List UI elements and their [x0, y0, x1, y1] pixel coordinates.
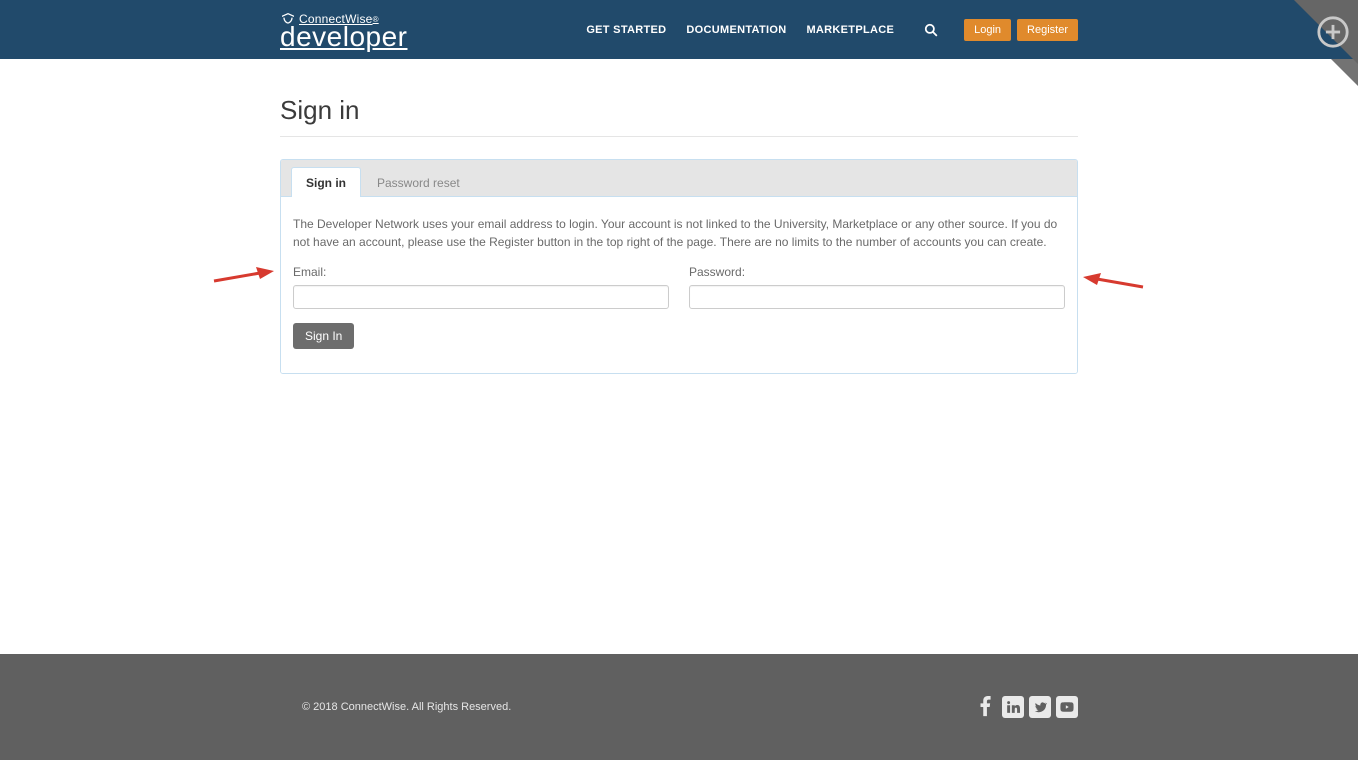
register-button[interactable]: Register — [1017, 19, 1078, 41]
signin-button[interactable]: Sign In — [293, 323, 354, 349]
search-icon[interactable] — [924, 23, 938, 37]
panel-body: The Developer Network uses your email ad… — [281, 197, 1077, 373]
footer-inner: © 2018 ConnectWise. All Rights Reserved. — [280, 696, 1078, 718]
signin-panel: Sign in Password reset The Developer Net… — [280, 159, 1078, 374]
nav-documentation[interactable]: DOCUMENTATION — [686, 24, 786, 36]
auth-buttons: Login Register — [964, 19, 1078, 41]
email-column: Email: — [293, 265, 669, 309]
site-header: ConnectWise® developer GET STARTED DOCUM… — [0, 0, 1358, 59]
tab-password-reset[interactable]: Password reset — [362, 167, 475, 197]
plus-circle-icon — [1316, 15, 1350, 52]
brand-logo[interactable]: ConnectWise® developer — [280, 9, 407, 49]
corner-widget[interactable] — [1272, 0, 1358, 86]
nav-marketplace[interactable]: MARKETPLACE — [806, 24, 894, 36]
email-label: Email: — [293, 265, 669, 279]
password-field[interactable] — [689, 285, 1065, 309]
password-label: Password: — [689, 265, 1065, 279]
header-inner: ConnectWise® developer GET STARTED DOCUM… — [280, 0, 1078, 59]
tab-bar: Sign in Password reset — [281, 160, 1077, 197]
email-field[interactable] — [293, 285, 669, 309]
brand-bottom-text: developer — [280, 24, 407, 49]
nav-get-started[interactable]: GET STARTED — [586, 24, 666, 36]
twitter-icon[interactable] — [1029, 696, 1051, 718]
copyright-text: © 2018 ConnectWise. All Rights Reserved. — [302, 701, 511, 713]
primary-nav: GET STARTED DOCUMENTATION MARKETPLACE Lo… — [586, 19, 1078, 41]
main-content: Sign in Sign in Password reset The Devel… — [280, 59, 1078, 654]
social-links — [975, 696, 1078, 718]
login-button[interactable]: Login — [964, 19, 1011, 41]
youtube-icon[interactable] — [1056, 696, 1078, 718]
password-column: Password: — [689, 265, 1065, 309]
linkedin-icon[interactable] — [1002, 696, 1024, 718]
page-title: Sign in — [280, 95, 1078, 137]
facebook-icon[interactable] — [975, 696, 997, 718]
help-text: The Developer Network uses your email ad… — [293, 215, 1065, 251]
site-footer: © 2018 ConnectWise. All Rights Reserved. — [0, 654, 1358, 760]
form-row: Email: Password: — [293, 265, 1065, 309]
tab-signin[interactable]: Sign in — [291, 167, 361, 197]
annotation-arrow-left — [212, 267, 274, 287]
annotation-arrow-right — [1083, 273, 1145, 293]
